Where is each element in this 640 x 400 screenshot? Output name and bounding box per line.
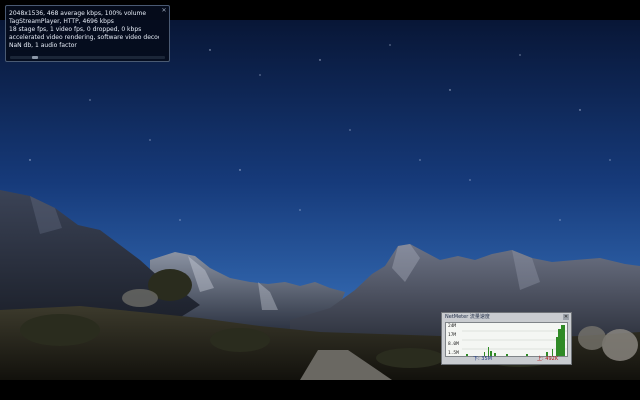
stats-line-rendering: accelerated video rendering, software vi…	[9, 34, 159, 41]
stats-text-block: 2048x1536, 468 average kbps, 100% volume…	[9, 10, 159, 50]
traffic-graph	[462, 325, 567, 356]
close-icon[interactable]: ✕	[161, 8, 167, 14]
stats-line-player: TagStreamPlayer, HTTP, 4696 kbps	[9, 18, 114, 25]
stats-overlay-panel: 2048x1536, 468 average kbps, 100% volume…	[5, 5, 170, 62]
stats-scrollbar[interactable]	[10, 56, 165, 59]
close-icon[interactable]: ✕	[563, 314, 569, 320]
stats-line-resolution: 2048x1536, 468 average kbps, 100% volume	[9, 10, 147, 17]
netmeter-widget[interactable]: NetMeter 流量速度 ✕ 24M 17M 8.0M 1.5M 下: 35M…	[441, 312, 572, 365]
stats-scrollbar-thumb[interactable]	[32, 56, 38, 59]
download-speed: 下: 35M	[473, 356, 492, 362]
netmeter-status-bar: 下: 35M 上: 492K	[445, 356, 568, 363]
stats-line-fps: 18 stage fps, 1 video fps, 0 dropped, 0 …	[9, 26, 142, 33]
netmeter-graph: 24M 17M 8.0M 1.5M	[445, 322, 568, 357]
upload-speed: 上: 492K	[537, 356, 559, 362]
stats-line-audio: NaN db, 1 audio factor	[9, 42, 77, 49]
netmeter-title: NetMeter 流量速度	[445, 314, 490, 320]
